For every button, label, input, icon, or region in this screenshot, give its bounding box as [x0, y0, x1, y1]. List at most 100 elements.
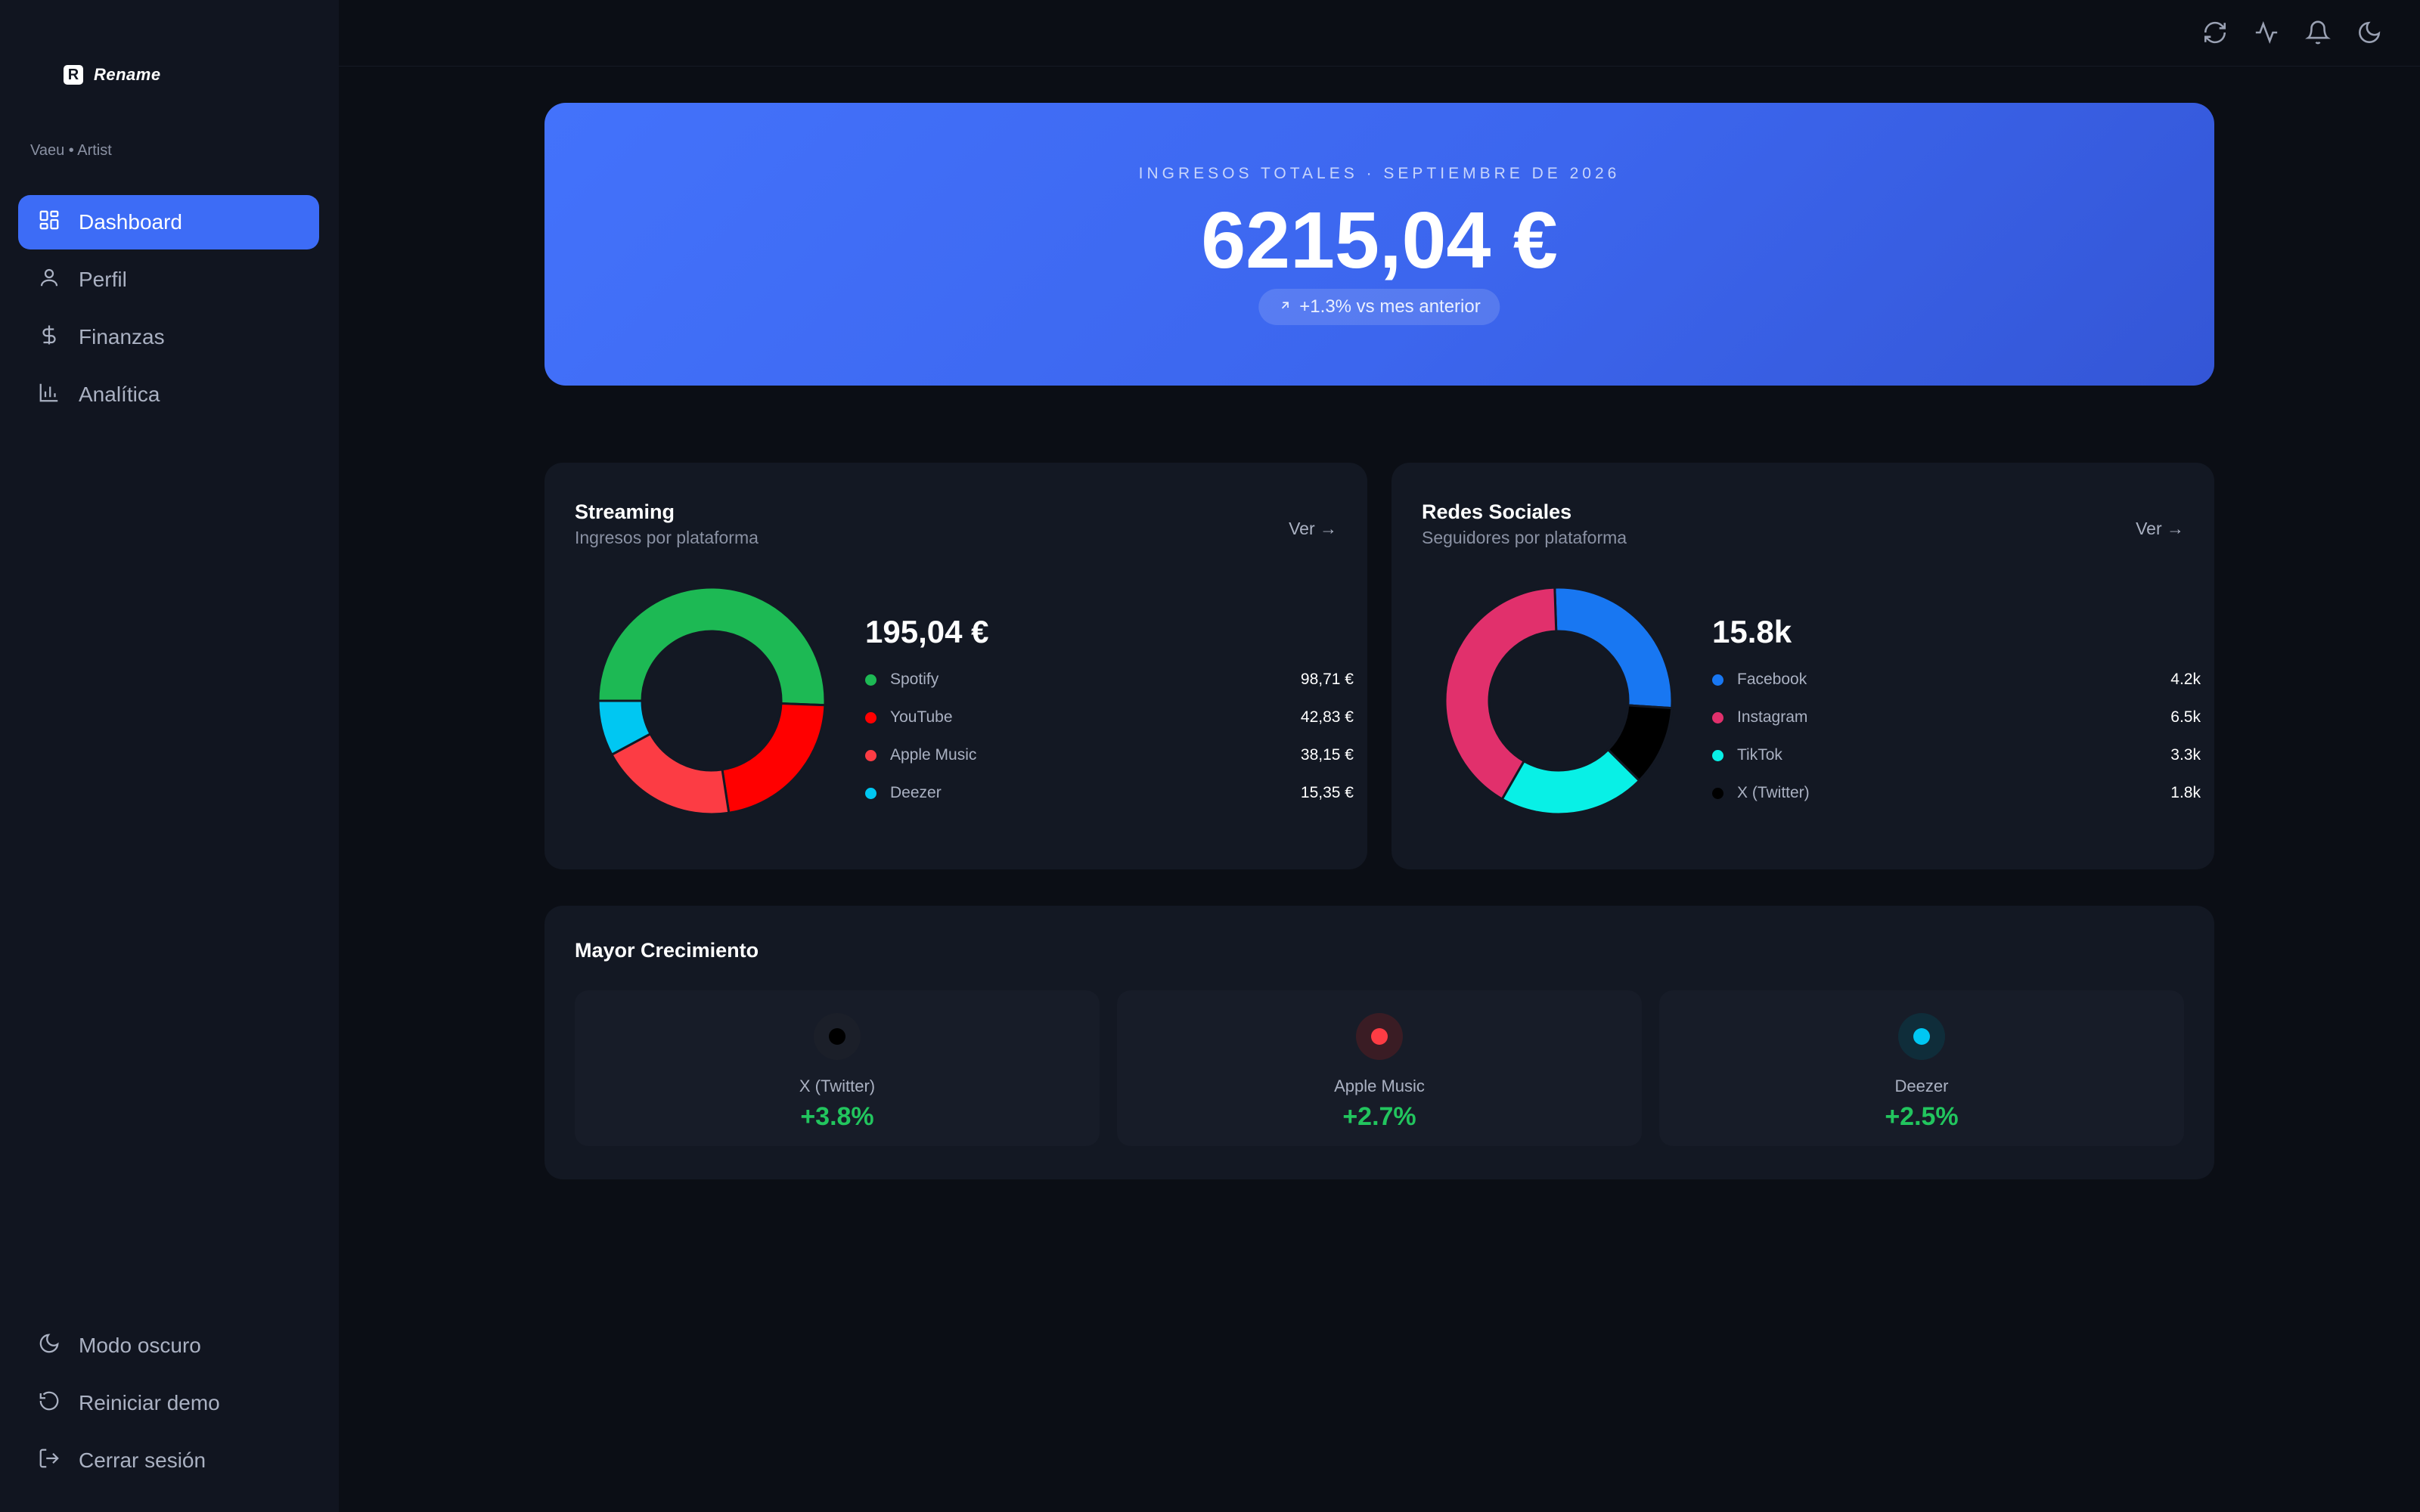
chart-icon	[38, 381, 60, 409]
legend-value: 42,83 €	[1300, 708, 1354, 726]
legend-label: YouTube	[890, 708, 953, 726]
sidebar-item-analitica[interactable]: Analítica	[18, 367, 319, 422]
legend-dot	[865, 674, 876, 686]
dark-mode-button[interactable]: Modo oscuro	[18, 1318, 319, 1373]
legend-item: Spotify 98,71 €	[865, 661, 1354, 699]
app-name: Rename	[94, 65, 161, 84]
legend-item: Apple Music 38,15 €	[865, 736, 1354, 774]
sidebar-item-label: Perfil	[79, 268, 127, 291]
arrow-up-right-icon	[1278, 296, 1292, 318]
sidebar-item-label: Dashboard	[79, 210, 182, 234]
legend-dot	[865, 749, 876, 761]
social-donut-chart	[1444, 586, 1674, 816]
streaming-donut-chart	[597, 586, 827, 816]
bell-icon[interactable]	[2305, 20, 2331, 49]
user-icon	[38, 266, 60, 294]
growth-platform-name: X (Twitter)	[799, 1077, 876, 1095]
social-legend: Facebook 4.2k Instagram 6.5k TikTok 3.3k…	[1712, 661, 2201, 812]
growth-platform-name: Apple Music	[1334, 1077, 1425, 1095]
social-total: 15.8k	[1712, 614, 1792, 649]
legend-dot	[1712, 787, 1723, 799]
legend-value: 6.5k	[2170, 708, 2201, 726]
sidebar: R Rename Vaeu • Artist Dashboard Perfil …	[0, 0, 339, 1512]
legend-item: Instagram 6.5k	[1712, 699, 2201, 736]
activity-icon[interactable]	[2254, 20, 2279, 49]
legend-value: 38,15 €	[1300, 746, 1354, 764]
social-card: Redes Sociales Seguidores por plataforma…	[1392, 463, 2214, 869]
total-income-amount: 6215,04 €	[1201, 196, 1558, 285]
legend-dot	[865, 787, 876, 799]
logo-icon: R	[64, 65, 83, 85]
legend-value: 1.8k	[2170, 784, 2201, 801]
total-income-label: INGRESOS TOTALES · SEPTIEMBRE DE 2026	[1138, 165, 1621, 182]
growth-value: +2.7%	[1342, 1102, 1416, 1131]
sidebar-item-label: Analítica	[79, 383, 160, 406]
legend-label: Apple Music	[890, 746, 977, 764]
streaming-legend: Spotify 98,71 € YouTube 42,83 € Apple Mu…	[865, 661, 1354, 812]
change-text: +1.3% vs mes anterior	[1299, 296, 1481, 317]
legend-value: 15,35 €	[1300, 784, 1354, 801]
legend-item: Deezer 15,35 €	[865, 774, 1354, 812]
donut-slice-youtube	[721, 702, 827, 814]
growth-tile-deezer: Deezer +2.5%	[1659, 990, 2184, 1146]
growth-value: +3.8%	[800, 1102, 874, 1131]
sidebar-item-dashboard[interactable]: Dashboard	[18, 195, 319, 249]
reset-icon	[38, 1390, 60, 1418]
platform-dot	[1913, 1028, 1930, 1045]
legend-label: Spotify	[890, 671, 939, 688]
refresh-icon[interactable]	[2202, 20, 2228, 49]
social-view-link[interactable]: Ver →	[2136, 519, 2184, 539]
logout-icon	[38, 1447, 60, 1475]
legend-label: Deezer	[890, 784, 942, 801]
growth-tile-x: X (Twitter) +3.8%	[575, 990, 1100, 1146]
sidebar-item-label: Finanzas	[79, 325, 165, 349]
legend-label: TikTok	[1737, 746, 1782, 764]
change-badge: +1.3% vs mes anterior	[1258, 289, 1500, 325]
growth-value: +2.5%	[1885, 1102, 1959, 1131]
legend-label: Facebook	[1737, 671, 1807, 688]
legend-value: 98,71 €	[1300, 671, 1354, 688]
social-title: Redes Sociales	[1422, 500, 1572, 523]
social-subtitle: Seguidores por plataforma	[1422, 528, 1627, 547]
sidebar-item-perfil[interactable]: Perfil	[18, 253, 319, 307]
growth-title: Mayor Crecimiento	[575, 939, 759, 962]
moon-icon	[38, 1332, 60, 1360]
sidebar-item-finanzas[interactable]: Finanzas	[18, 310, 319, 364]
reset-demo-label: Reiniciar demo	[79, 1391, 220, 1414]
dashboard-icon	[38, 209, 60, 237]
streaming-total: 195,04 €	[865, 614, 989, 649]
legend-item: YouTube 42,83 €	[865, 699, 1354, 736]
streaming-card: Streaming Ingresos por plataforma Ver → …	[544, 463, 1367, 869]
platform-dot	[1371, 1028, 1388, 1045]
donut-slice-facebook	[1553, 586, 1674, 710]
platform-dot	[829, 1028, 845, 1045]
topbar	[339, 0, 2420, 67]
legend-item: Facebook 4.2k	[1712, 661, 2201, 699]
donut-slice-spotify	[597, 586, 827, 707]
user-label: Vaeu • Artist	[30, 142, 112, 159]
reset-demo-button[interactable]: Reiniciar demo	[18, 1376, 319, 1430]
legend-dot	[865, 711, 876, 723]
logo[interactable]: R Rename	[64, 65, 161, 85]
total-income-banner: INGRESOS TOTALES · SEPTIEMBRE DE 2026 62…	[544, 103, 2214, 386]
logout-button[interactable]: Cerrar sesión	[18, 1433, 319, 1488]
dollar-icon	[38, 324, 60, 352]
dark-mode-label: Modo oscuro	[79, 1334, 201, 1357]
sidebar-nav: Dashboard Perfil Finanzas Analítica	[18, 195, 319, 425]
legend-dot	[1712, 711, 1723, 723]
logout-label: Cerrar sesión	[79, 1448, 206, 1472]
legend-dot	[1712, 674, 1723, 686]
legend-item: X (Twitter) 1.8k	[1712, 774, 2201, 812]
growth-platform-name: Deezer	[1894, 1077, 1949, 1095]
streaming-subtitle: Ingresos por plataforma	[575, 528, 759, 547]
legend-value: 4.2k	[2170, 671, 2201, 688]
legend-dot	[1712, 749, 1723, 761]
legend-label: X (Twitter)	[1737, 784, 1810, 801]
platform-icon	[1356, 1013, 1403, 1060]
legend-value: 3.3k	[2170, 746, 2201, 764]
platform-icon	[1898, 1013, 1945, 1060]
moon-icon[interactable]	[2356, 20, 2382, 49]
streaming-title: Streaming	[575, 500, 675, 523]
streaming-view-link[interactable]: Ver →	[1289, 519, 1337, 539]
growth-card: Mayor Crecimiento X (Twitter) +3.8% Appl…	[544, 906, 2214, 1179]
